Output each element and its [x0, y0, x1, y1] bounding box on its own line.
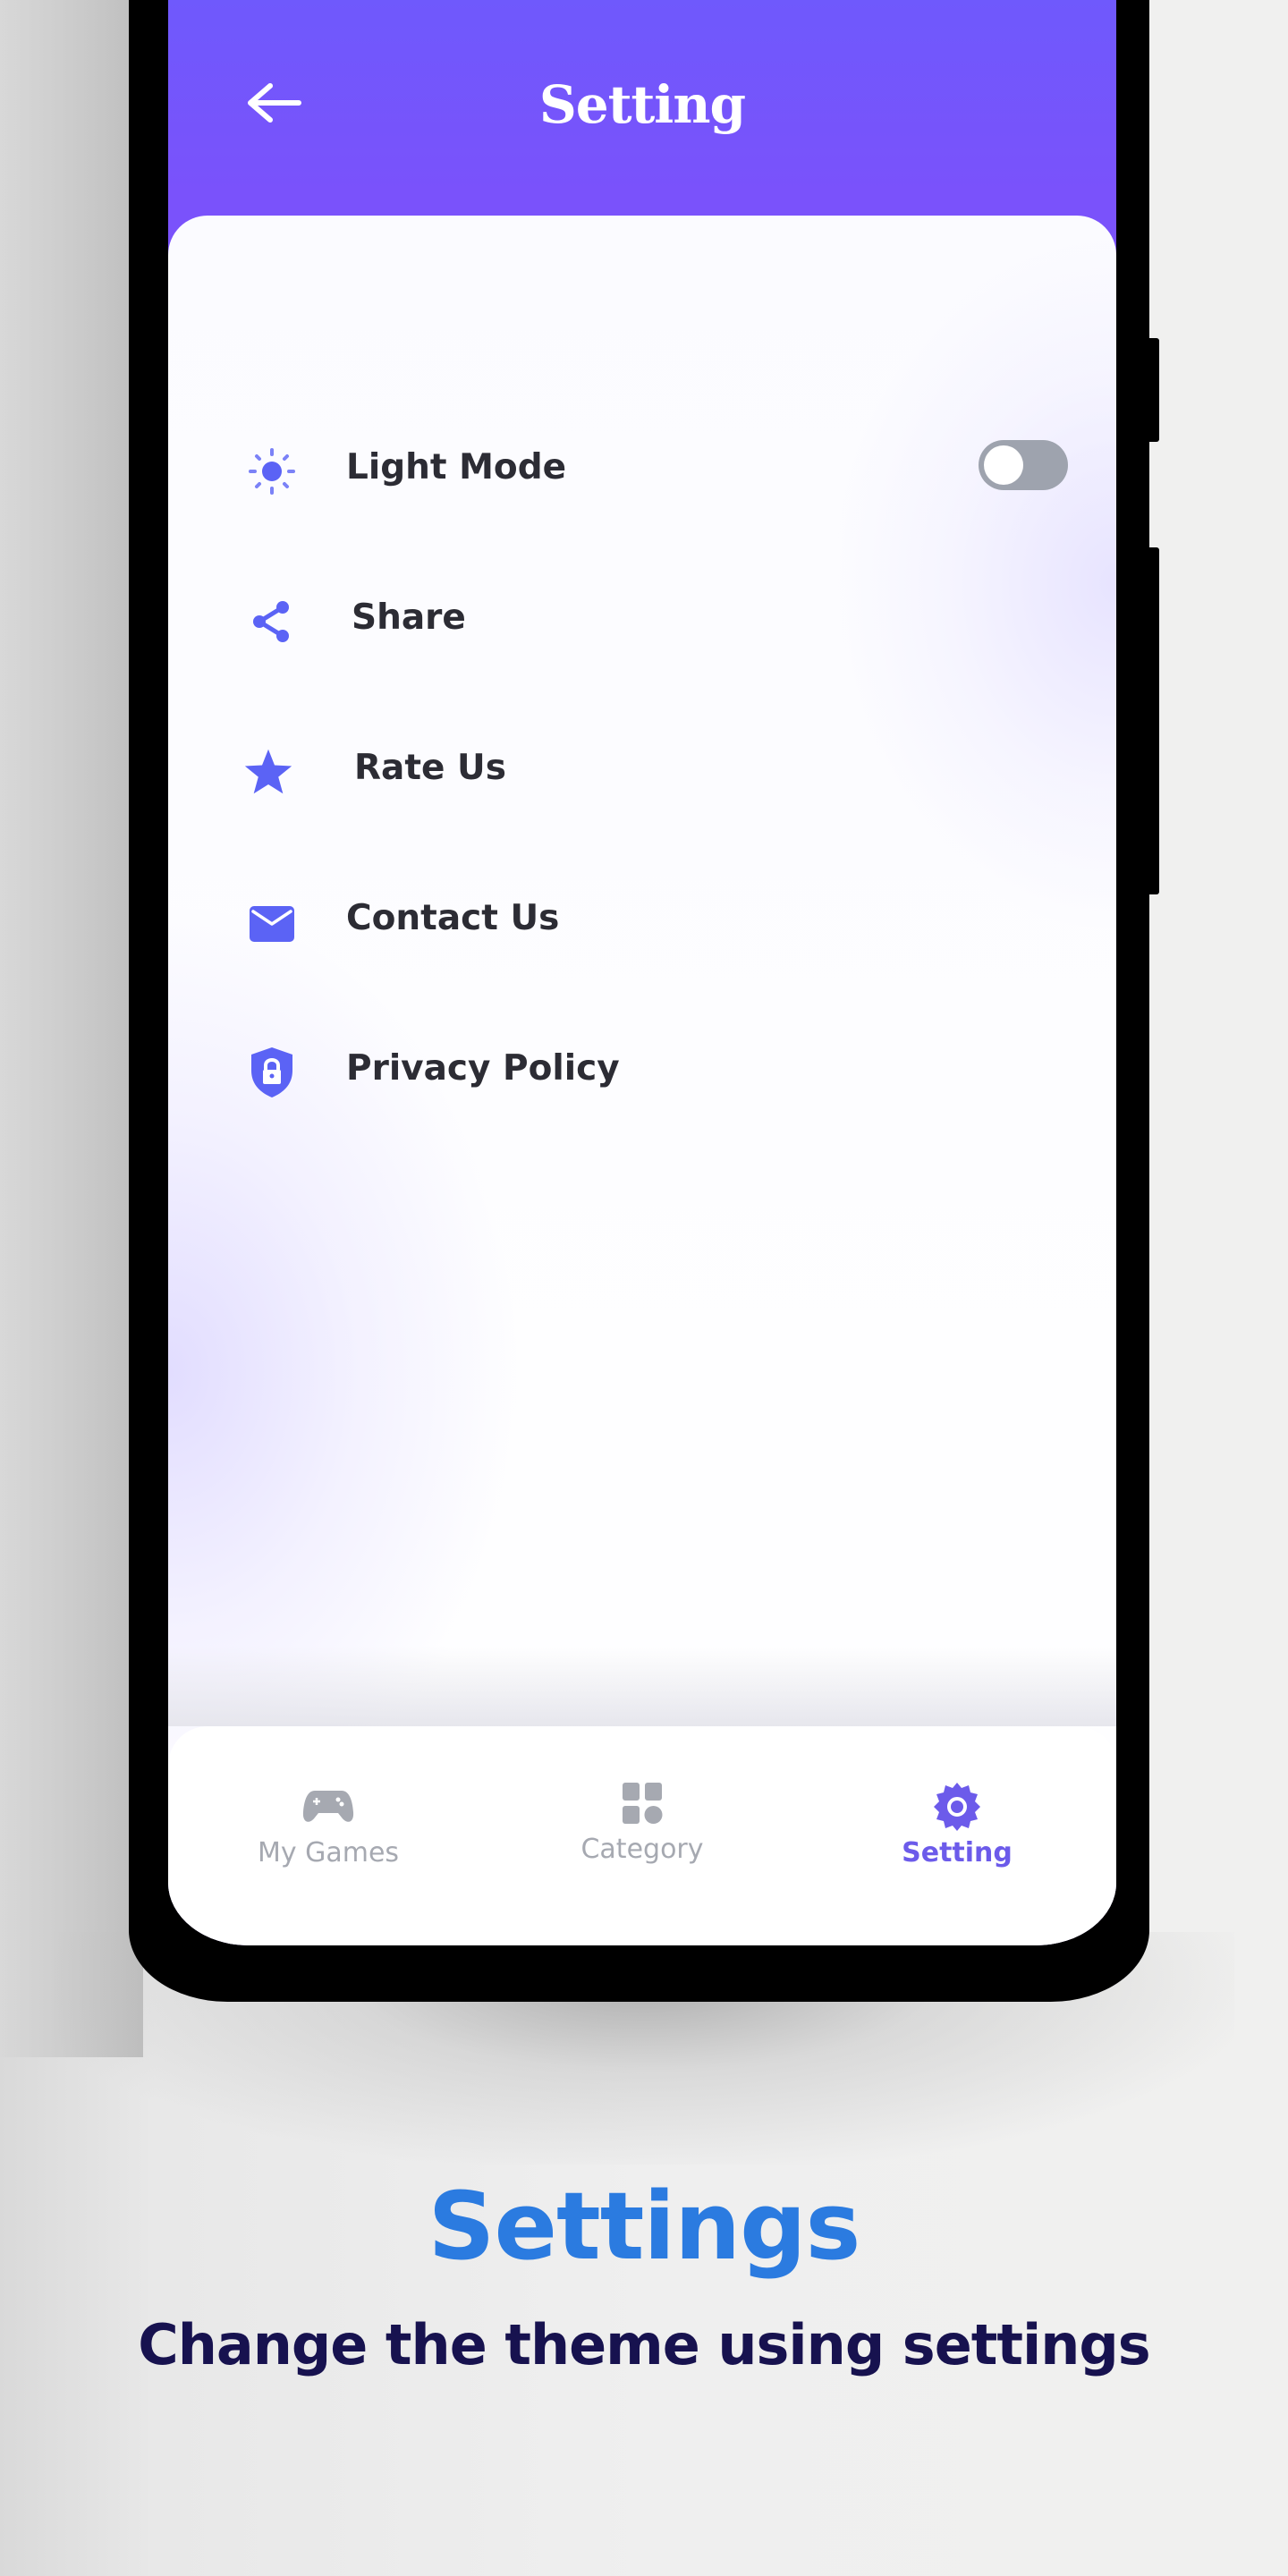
nav-item-setting[interactable]: Setting	[850, 1780, 1064, 1887]
status-time: 9:41	[250, 0, 311, 3]
nav-label: My Games	[257, 1837, 400, 1868]
phone-side-button-upper	[1147, 338, 1159, 442]
caption-title: Settings	[428, 2172, 861, 2281]
light-mode-toggle[interactable]	[979, 440, 1068, 490]
bottom-navigation: My Games Category Setting	[168, 1726, 1116, 1945]
setting-label: Share	[352, 597, 466, 638]
bottom-nav-shadow	[168, 1646, 1116, 1726]
nav-label: Category	[580, 1834, 704, 1865]
setting-item-light-mode[interactable]: Light Mode	[168, 422, 1116, 521]
toggle-knob	[984, 445, 1023, 485]
setting-item-rate-us[interactable]: Rate Us	[168, 723, 1116, 821]
setting-label: Privacy Policy	[346, 1048, 620, 1089]
setting-label: Contact Us	[346, 898, 560, 938]
setting-item-share[interactable]: Share	[168, 572, 1116, 671]
caption-subtitle: Change the theme using settings	[138, 2312, 1150, 2377]
phone-screen: 9:41 Setting	[168, 0, 1116, 1945]
setting-item-privacy-policy[interactable]: Privacy Policy	[168, 1023, 1116, 1122]
page-title: Setting	[538, 74, 746, 135]
phone-side-button-lower	[1147, 547, 1159, 894]
status-bar: 9:41	[168, 0, 1116, 9]
background-shadow-left	[0, 0, 143, 2057]
nav-item-category[interactable]: Category	[535, 1776, 750, 1884]
share-icon	[247, 597, 297, 647]
app-bar: Setting	[168, 58, 1116, 157]
nav-label: Setting	[902, 1837, 1013, 1868]
gamepad-icon	[221, 1780, 436, 1834]
setting-item-contact-us[interactable]: Contact Us	[168, 873, 1116, 971]
star-icon	[243, 747, 293, 797]
sun-icon	[247, 446, 297, 496]
setting-label: Rate Us	[354, 748, 506, 788]
setting-label: Light Mode	[346, 447, 567, 487]
gear-icon	[850, 1780, 1064, 1834]
grid-icon	[535, 1776, 750, 1830]
mail-icon	[247, 897, 297, 947]
nav-item-my-games[interactable]: My Games	[221, 1780, 436, 1887]
shield-lock-icon	[247, 1047, 297, 1097]
